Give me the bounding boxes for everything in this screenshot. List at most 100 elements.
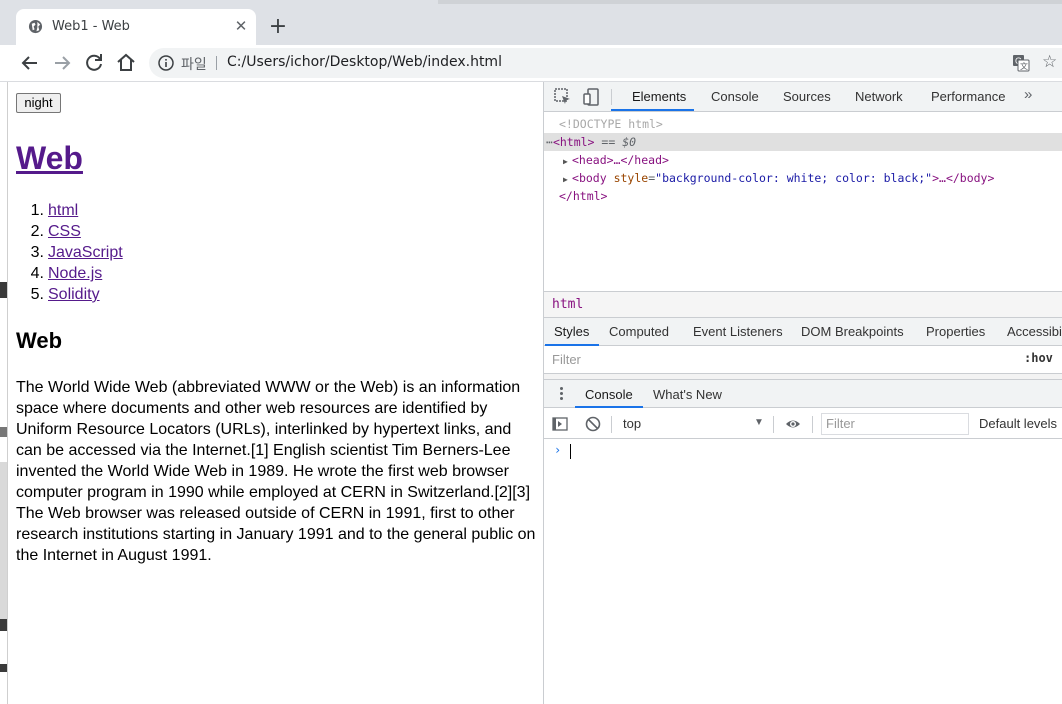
url-text[interactable]: C:/Users/ichor/Desktop/Web/index.html	[227, 54, 502, 70]
list-item: 5. Solidity	[16, 284, 123, 305]
globe-icon	[28, 19, 43, 34]
dom-line-head[interactable]: ▶ <head>…</head>	[544, 151, 1062, 169]
selected-marker: == $0	[601, 135, 637, 149]
forward-arrow-icon[interactable]	[50, 51, 74, 75]
divider	[812, 416, 813, 433]
styles-tab-bar: Styles Computed Event Listeners DOM Brea…	[544, 318, 1062, 346]
drawer-tab-whats-new[interactable]: What's New	[653, 387, 722, 402]
sidebar-toggle-icon[interactable]	[552, 416, 568, 432]
list-number: 5.	[30, 286, 44, 303]
background-window-strip	[0, 82, 8, 704]
tab-computed[interactable]: Computed	[609, 324, 669, 339]
tab-dom-breakpoints[interactable]: DOM Breakpoints	[801, 324, 904, 339]
tab-console[interactable]: Console	[711, 89, 759, 104]
dom-line-html[interactable]: ⋯<html> == $0	[544, 133, 1062, 151]
tab-properties[interactable]: Properties	[926, 324, 985, 339]
list-item: 2. CSS	[16, 221, 123, 242]
topic-link-nodejs[interactable]: Node.js	[48, 265, 102, 282]
artifact-block	[0, 427, 7, 437]
head-tag: <head>…</head>	[572, 153, 669, 167]
topic-link-javascript[interactable]: JavaScript	[48, 244, 123, 261]
web-page: night Web 1. html 2. CSS 3. JavaScript 4. No…	[8, 82, 543, 704]
list-item: 3. JavaScript	[16, 242, 123, 263]
tab-styles[interactable]: Styles	[554, 324, 589, 339]
browser-toolbar: 파일 C:/Users/ichor/Desktop/Web/index.html…	[0, 45, 1062, 82]
body-attr-name: style	[613, 171, 649, 185]
tab-event-listeners[interactable]: Event Listeners	[693, 324, 783, 339]
artifact-block	[0, 619, 7, 631]
dom-line-doctype[interactable]: <!DOCTYPE html>	[544, 115, 1062, 133]
styles-filter-bar: Filter :hov	[544, 346, 1062, 374]
ellipsis-icon: ⋯	[546, 135, 553, 149]
back-arrow-icon[interactable]	[18, 51, 42, 75]
console-toolbar: top ▼ Filter Default levels	[544, 409, 1062, 439]
page-title-link[interactable]: Web	[16, 138, 83, 178]
console-prompt-icon: ›	[554, 443, 562, 457]
devtools-panel: Elements Console Sources Network Perform…	[543, 82, 1062, 704]
topic-list: 1. html 2. CSS 3. JavaScript 4. Node.js 5. So…	[16, 200, 123, 305]
topic-link-solidity[interactable]: Solidity	[48, 286, 100, 303]
active-tab-indicator	[575, 406, 643, 408]
more-tabs-icon[interactable]: »	[1024, 86, 1032, 103]
star-icon[interactable]: ☆	[1042, 52, 1062, 72]
kebab-menu-icon[interactable]	[556, 386, 566, 402]
info-icon[interactable]	[158, 55, 174, 71]
list-number: 1.	[30, 202, 44, 219]
list-number: 3.	[30, 244, 44, 261]
browser-tab[interactable]: Web1 - Web ✕	[16, 9, 256, 45]
translate-icon[interactable]: G 文	[1012, 54, 1030, 72]
doctype-text: <!DOCTYPE html>	[559, 117, 663, 131]
drawer-tab-bar: Console What's New	[544, 380, 1062, 408]
artifact-block	[0, 462, 7, 622]
eye-icon[interactable]	[785, 416, 801, 432]
tab-title: Web1 - Web	[52, 19, 130, 34]
topic-link-css[interactable]: CSS	[48, 223, 81, 240]
inspect-element-icon[interactable]	[553, 87, 573, 107]
tab-performance[interactable]: Performance	[931, 89, 1005, 104]
device-toggle-icon[interactable]	[582, 87, 602, 107]
body-tag-name: body	[578, 171, 607, 185]
chevron-down-icon[interactable]: ▼	[754, 417, 764, 428]
divider	[611, 416, 612, 433]
divider	[611, 89, 612, 105]
artifact-block	[0, 282, 7, 298]
devtools-tab-bar: Elements Console Sources Network Perform…	[544, 82, 1062, 112]
scheme-label: 파일	[181, 57, 207, 73]
context-select[interactable]: top	[623, 416, 641, 431]
active-tab-indicator	[611, 109, 694, 111]
tab-network[interactable]: Network	[855, 89, 903, 104]
drawer-tab-console[interactable]: Console	[585, 387, 633, 402]
clear-console-icon[interactable]	[585, 416, 601, 432]
breadcrumb-item-html[interactable]: html	[552, 297, 583, 312]
divider	[216, 56, 217, 70]
hov-toggle[interactable]: :hov	[1024, 351, 1053, 365]
dom-line-html-close[interactable]: </html>	[544, 187, 1062, 205]
background-window-edge	[438, 0, 1062, 4]
topic-link-html[interactable]: html	[48, 202, 78, 219]
log-levels-dropdown[interactable]: Default levels	[979, 416, 1057, 431]
body-attr-value: "background-color: white; color: black;"	[655, 171, 933, 185]
address-bar[interactable]: 파일 C:/Users/ichor/Desktop/Web/index.html…	[149, 48, 1062, 78]
breadcrumb: html	[544, 291, 1062, 318]
night-button[interactable]: night	[16, 93, 61, 113]
tab-sources[interactable]: Sources	[783, 89, 831, 104]
list-item: 4. Node.js	[16, 263, 123, 284]
html-close-tag: </html>	[559, 189, 608, 203]
home-icon[interactable]	[114, 51, 138, 75]
svg-text:文: 文	[1020, 61, 1028, 71]
tab-elements[interactable]: Elements	[632, 89, 686, 104]
console-input-caret[interactable]	[570, 444, 571, 459]
dom-tree: <!DOCTYPE html> ⋯<html> == $0 ▶ <head>…</…	[544, 113, 1062, 291]
list-number: 4.	[30, 265, 44, 282]
dom-line-body[interactable]: ▶ <body style="background-color: white; c…	[544, 169, 1062, 187]
console-filter-input[interactable]: Filter	[821, 413, 969, 435]
styles-filter-input[interactable]: Filter	[548, 349, 1014, 371]
tab-strip: Web1 - Web ✕ +	[0, 0, 1062, 45]
tab-accessibility[interactable]: Accessibility	[1007, 324, 1062, 339]
close-tab-icon[interactable]: ✕	[231, 16, 251, 36]
artifact-block	[0, 664, 7, 672]
new-tab-button[interactable]: +	[266, 15, 290, 39]
reload-icon[interactable]	[82, 51, 106, 75]
body-tag-rest: >…</body>	[932, 171, 995, 185]
html-open-tag: <html>	[552, 135, 595, 149]
